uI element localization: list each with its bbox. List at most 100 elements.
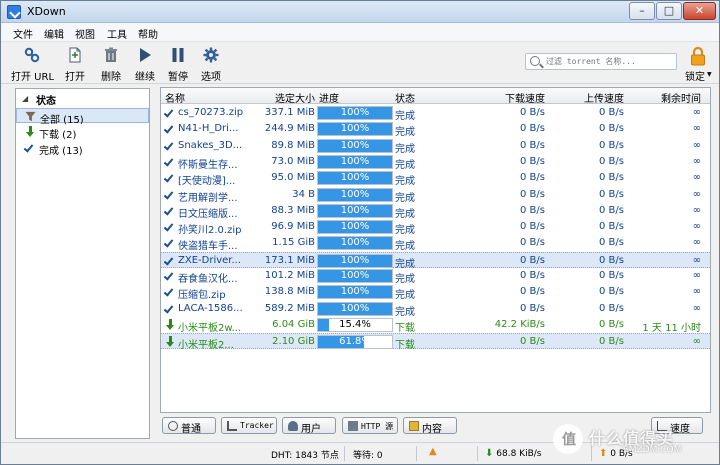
torrent-name: [天使动漫]... [178,176,236,188]
options-button[interactable]: 选项 [197,45,225,83]
open-url-button[interactable]: 打开 URL [11,45,54,83]
menu-tools[interactable]: 工具 [107,26,127,41]
table-row[interactable]: 压缩包.zip 138.8 MiB 100% 完成 0 B/s 0 B/s ∞ [161,284,710,302]
check-icon [164,188,176,201]
upload-speed: 0 B/s [599,302,624,314]
open-button[interactable]: 打开 [61,45,89,83]
selected-size: 34 B [292,188,315,200]
torrent-status: 完成 [395,127,415,139]
search-icon [530,56,540,66]
table-row[interactable]: 怀斯曼生存... 73.0 MiB 100% 完成 0 B/s 0 B/s ∞ [161,154,710,171]
selected-size: 2.10 GiB [272,336,315,348]
table-row[interactable]: LACA-1586... 589.2 MiB 100% 完成 0 B/s 0 B/s ∞ [161,301,710,318]
progress-text: 100% [340,107,370,118]
selected-size: 138.8 MiB [264,286,315,298]
menu-help[interactable]: 帮助 [138,26,158,41]
close-button[interactable]: ✕ [683,2,716,20]
menu-view[interactable]: 视图 [75,26,95,41]
torrent-name: 吞食鱼汉化... [178,274,238,285]
title-bar[interactable]: XDown – □ ✕ [1,1,719,23]
tab-content[interactable]: 内容 [403,417,457,435]
torrent-filter-box[interactable] [525,53,677,70]
tab-http-sources[interactable]: HTTP 源 [342,417,398,434]
lock-dropdown-icon[interactable]: ▼ [707,71,712,78]
progress-bar: 100% [317,269,393,283]
progress-text: 100% [340,139,370,151]
tab-peers[interactable]: 用户 [282,417,336,435]
menu-edit[interactable]: 编辑 [44,26,64,41]
progress-text: 100% [340,302,370,314]
eta: ∞ [692,139,701,151]
upload-speed: 0 B/s [599,155,624,167]
check-icon [164,123,176,135]
progress-bar: 100% [317,106,393,120]
torrent-name: 小米平板2w... [178,322,242,334]
table-row[interactable]: 侠盗猎车手... 1.15 GiB 100% 完成 0 B/s 0 B/s ∞ [161,235,710,253]
table-row[interactable]: [天使动漫]... 95.0 MiB 100% 完成 0 B/s 0 B/s ∞ [161,170,710,188]
pause-button[interactable]: 暂停 [164,45,192,83]
table-row[interactable]: cs_70273.zip 337.1 MiB 100% 完成 0 B/s 0 B/s ∞ [161,105,710,122]
tab-tracker[interactable]: Tracker [221,417,277,434]
torrent-filter-input[interactable] [546,55,674,68]
lock-button[interactable]: 锁定 ▼ [683,46,713,83]
torrent-name: 艺用解剖学... [178,192,238,204]
eta: ∞ [692,107,701,118]
filter-item-completed-label: 完成 (13) [39,146,83,157]
check-icon [164,237,176,249]
torrent-name: N41-H_Dri... [178,123,239,135]
table-row[interactable]: ZXE-Driver... 173.1 MiB 100% 完成 0 B/s 0 B/s ∞ [161,251,710,270]
upload-speed: 0 B/s [599,286,624,298]
torrent-status: 完成 [395,274,415,285]
tab-tracker-label: Tracker [240,421,274,430]
table-row[interactable]: 日文压缩版... 88.3 MiB 100% 完成 0 B/s 0 B/s ∞ [161,203,710,220]
table-row[interactable]: Snakes_3D... 89.8 MiB 100% 完成 0 B/s 0 B/s ∞ [161,138,710,155]
collapse-triangle-icon[interactable]: ◢ [22,94,28,103]
progress-bar: 100% [317,122,393,137]
selected-size: 88.3 MiB [271,204,315,216]
open-label: 打开 [65,72,85,83]
menu-file[interactable]: 文件 [13,26,33,41]
maximize-button[interactable]: □ [656,2,682,20]
table-row[interactable]: 艺用解剖学... 34 B 100% 完成 0 B/s 0 B/s ∞ [161,187,710,204]
progress-text: 100% [340,188,370,200]
upload-speed: 0 B/s [599,188,624,200]
filter-item-all[interactable]: 全部 (15) [16,108,149,126]
progress-text: 100% [340,172,370,184]
eta: ∞ [692,302,701,314]
app-window: XDown – □ ✕ 文件 编辑 视图 工具 帮助 打开 URL 打开 删除 … [0,0,720,465]
table-row[interactable]: 孙笑川2.0.zip 96.9 MiB 100% 完成 0 B/s 0 B/s ∞ [161,219,710,236]
col-progress[interactable]: 进度 [319,90,339,105]
col-eta[interactable]: 剩余时间 [627,90,701,105]
torrent-status: 完成 [395,208,415,220]
filter-item-downloading[interactable]: 下载 (2) [16,124,149,141]
torrent-name: 小米平板2... [178,340,234,352]
filter-item-completed[interactable]: 完成 (13) [16,140,149,157]
progress-text: 100% [340,155,370,167]
delete-button[interactable]: 删除 [97,45,125,83]
resume-button[interactable]: 继续 [131,45,159,83]
download-speed-status[interactable]: ⬇ 68.8 KiB/s [485,448,541,459]
col-download-speed[interactable]: 下载速度 [461,90,545,105]
table-row[interactable]: N41-H_Dri... 244.9 MiB 100% 完成 0 B/s 0 B/s ∞ [161,121,710,139]
torrent-name: cs_70273.zip [178,107,244,118]
check-icon [164,255,176,267]
progress-bar: 100% [317,171,393,186]
torrent-name: 侠盗猎车手... [178,241,238,253]
download-arrow-icon [24,126,35,137]
tab-general[interactable]: 普通 [162,417,216,435]
options-label: 选项 [201,72,221,83]
col-size[interactable]: 选定大小 [261,90,315,105]
torrent-name: 压缩包.zip [178,290,226,302]
minimize-button[interactable]: – [629,2,655,20]
download-speed: 0 B/s [520,123,545,135]
upload-speed: 0 B/s [599,221,624,233]
play-icon [140,48,151,62]
table-row[interactable]: 小米平板2... 2.10 GiB 61.8% 下载 0 B/s 0 B/s ∞ [161,333,710,352]
col-name[interactable]: 名称 [165,90,185,105]
table-row[interactable]: 吞食鱼汉化... 101.2 MiB 100% 完成 0 B/s 0 B/s ∞ [161,268,710,285]
table-row[interactable]: 小米平板2w... 6.04 GiB 15.4% 下载 42.2 KiB/s 0 B/s 1… [161,317,710,334]
col-upload-speed[interactable]: 上传速度 [549,90,624,105]
torrent-name: ZXE-Driver... [178,254,242,266]
connection-flame-icon[interactable]: ▲ [429,446,437,457]
col-status[interactable]: 状态 [395,90,415,105]
